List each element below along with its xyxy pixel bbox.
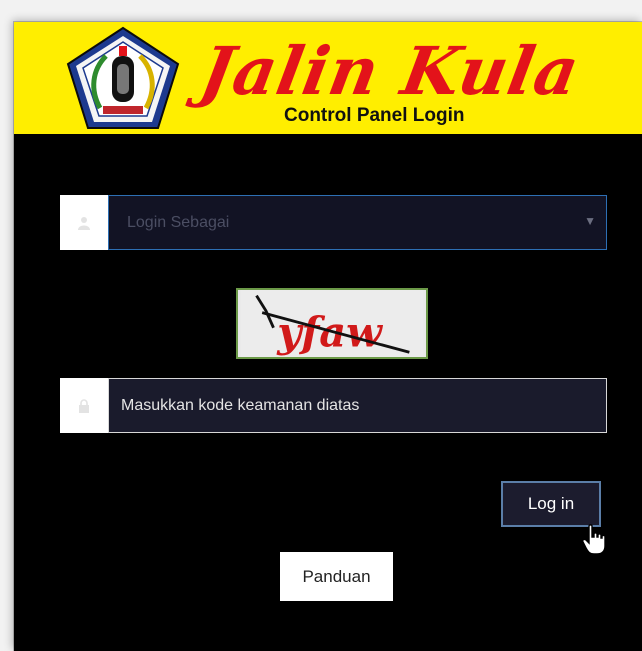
hand-cursor-icon [582,524,606,555]
dropdown-arrow-icon: ▼ [584,214,596,228]
captcha-image: yfaw [236,288,428,359]
user-icon [60,195,108,250]
role-select[interactable]: Login Sebagai ▼ [108,195,607,250]
page-subtitle: Control Panel Login [284,105,465,126]
lock-icon [60,378,108,433]
security-code-input[interactable]: Masukkan kode keamanan diatas [108,378,607,433]
login-button[interactable]: Log in [501,481,601,527]
role-select-group: Login Sebagai ▼ [60,195,607,250]
role-select-placeholder: Login Sebagai [127,213,230,231]
security-code-placeholder: Masukkan kode keamanan diatas [121,396,360,414]
regency-emblem-logo [66,26,180,129]
login-window: Jalin Kula Control Panel Login Login Seb… [14,22,642,651]
security-code-group: Masukkan kode keamanan diatas [60,378,607,433]
guide-button[interactable]: Panduan [280,552,393,601]
header-banner: Jalin Kula Control Panel Login [14,22,642,134]
